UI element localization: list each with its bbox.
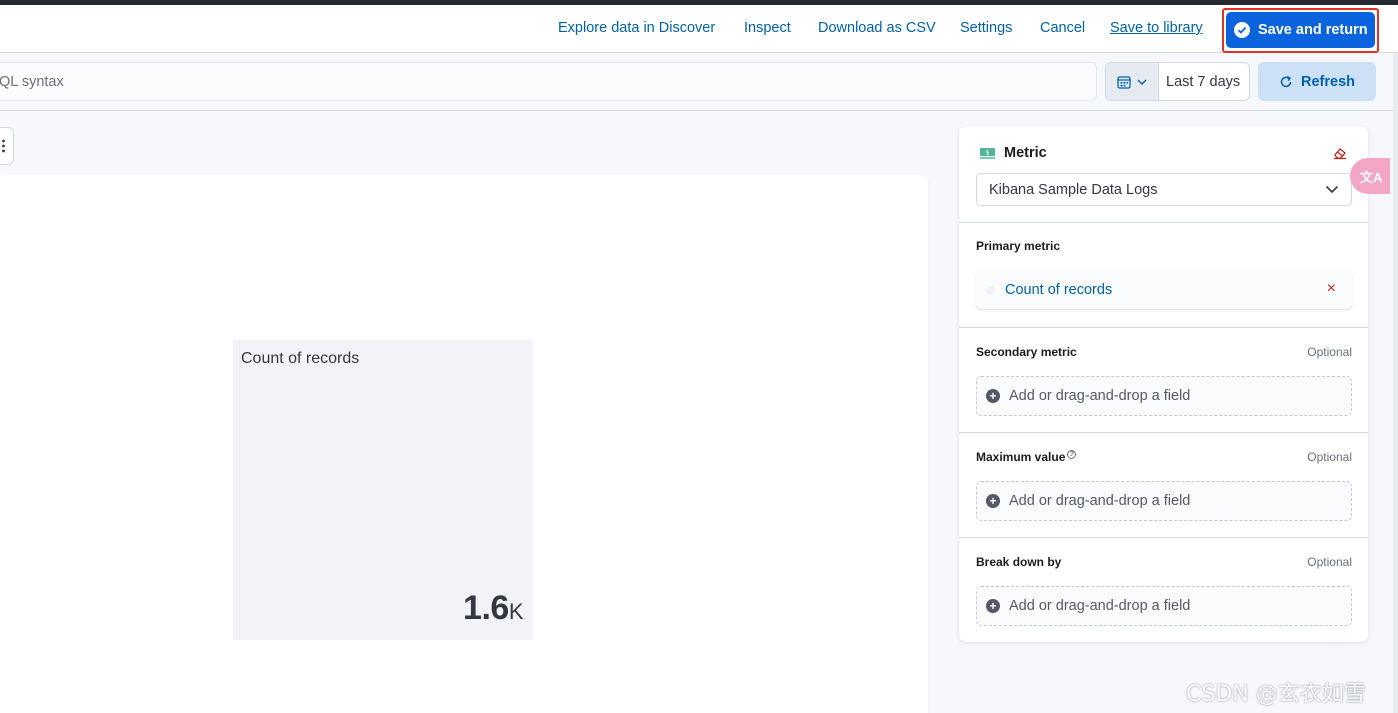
field-color-dot — [986, 286, 995, 295]
metric-title: Count of records — [241, 350, 360, 367]
break-down-label: Break down by — [976, 555, 1062, 569]
download-csv-link[interactable]: Download as CSV — [818, 20, 936, 36]
query-input[interactable]: QL syntax — [0, 62, 1097, 101]
watermark: CSDN @玄衣如雪 — [1186, 682, 1366, 707]
metric-value: 1.6K — [463, 589, 523, 628]
dropzone-label: Add or drag-and-drop a field — [1009, 388, 1191, 404]
chevron-down-icon — [1137, 79, 1147, 85]
translate-widget[interactable]: 文A — [1350, 158, 1390, 194]
query-bar: QL syntax Last 7 days Refresh — [0, 53, 1398, 111]
check-circle-icon — [1234, 22, 1250, 38]
optional-label: Optional — [1307, 555, 1352, 569]
break-down-dropzone[interactable]: + Add or drag-and-drop a field — [976, 586, 1352, 626]
metric-vis-icon: $ — [980, 148, 995, 159]
optional-label: Optional — [1307, 345, 1352, 359]
plus-circle-icon: + — [986, 389, 1000, 403]
metric-tile[interactable]: Count of records 1.6K — [233, 340, 533, 640]
plus-circle-icon: + — [986, 494, 1000, 508]
inspect-link[interactable]: Inspect — [744, 20, 791, 36]
chevron-down-icon — [1325, 185, 1339, 194]
date-range-display[interactable]: Last 7 days — [1159, 63, 1249, 100]
refresh-button[interactable]: Refresh — [1258, 62, 1376, 101]
plus-circle-icon: + — [986, 599, 1000, 613]
save-and-return-label: Save and return — [1258, 22, 1368, 38]
scrollbar[interactable] — [1393, 53, 1398, 713]
data-view-value: Kibana Sample Data Logs — [989, 182, 1158, 198]
calendar-icon — [1117, 75, 1131, 89]
vis-type-label: Metric — [1004, 145, 1047, 161]
layer-config-panel: $ Metric Kibana Sample Data Logs Primary… — [959, 126, 1368, 642]
date-picker[interactable]: Last 7 days — [1105, 62, 1250, 101]
kebab-menu-icon — [2, 139, 5, 153]
maximum-value-label: Maximum value? — [976, 450, 1077, 464]
metric-unit: K — [508, 599, 524, 624]
svg-text:$: $ — [986, 150, 990, 157]
dropzone-label: Add or drag-and-drop a field — [1009, 493, 1191, 509]
options-menu-button[interactable] — [0, 127, 14, 165]
cancel-link[interactable]: Cancel — [1040, 20, 1085, 36]
eraser-icon[interactable] — [1333, 146, 1347, 160]
remove-field-icon[interactable]: × — [1327, 280, 1336, 298]
app-header: Explore data in Discover Inspect Downloa… — [0, 5, 1398, 53]
dropzone-label: Add or drag-and-drop a field — [1009, 598, 1191, 614]
refresh-label: Refresh — [1301, 73, 1355, 90]
secondary-metric-dropzone[interactable]: + Add or drag-and-drop a field — [976, 376, 1352, 416]
data-view-select[interactable]: Kibana Sample Data Logs — [976, 173, 1352, 206]
primary-metric-field-label: Count of records — [1005, 282, 1113, 298]
explore-in-discover-link[interactable]: Explore data in Discover — [558, 20, 715, 36]
info-icon[interactable]: ? — [1067, 450, 1077, 459]
primary-metric-label: Primary metric — [976, 239, 1061, 253]
panel-header: $ Metric Kibana Sample Data Logs — [959, 126, 1368, 223]
metric-number: 1.6 — [463, 589, 509, 627]
primary-metric-field[interactable]: Count of records × — [976, 270, 1352, 309]
save-to-library-link[interactable]: Save to library — [1110, 20, 1203, 36]
primary-metric-section: Primary metric Count of records × — [959, 223, 1368, 328]
secondary-metric-section: Secondary metric Optional + Add or drag-… — [959, 328, 1368, 433]
secondary-metric-label: Secondary metric — [976, 345, 1077, 359]
optional-label: Optional — [1307, 450, 1352, 464]
refresh-icon — [1280, 75, 1292, 87]
quick-select-button[interactable] — [1106, 63, 1159, 100]
break-down-section: Break down by Optional + Add or drag-and… — [959, 538, 1368, 642]
settings-link[interactable]: Settings — [960, 20, 1012, 36]
save-and-return-button[interactable]: Save and return — [1226, 12, 1375, 48]
maximum-value-dropzone[interactable]: + Add or drag-and-drop a field — [976, 481, 1352, 521]
maximum-value-text: Maximum value — [976, 450, 1066, 464]
maximum-value-section: Maximum value? Optional + Add or drag-an… — [959, 433, 1368, 538]
